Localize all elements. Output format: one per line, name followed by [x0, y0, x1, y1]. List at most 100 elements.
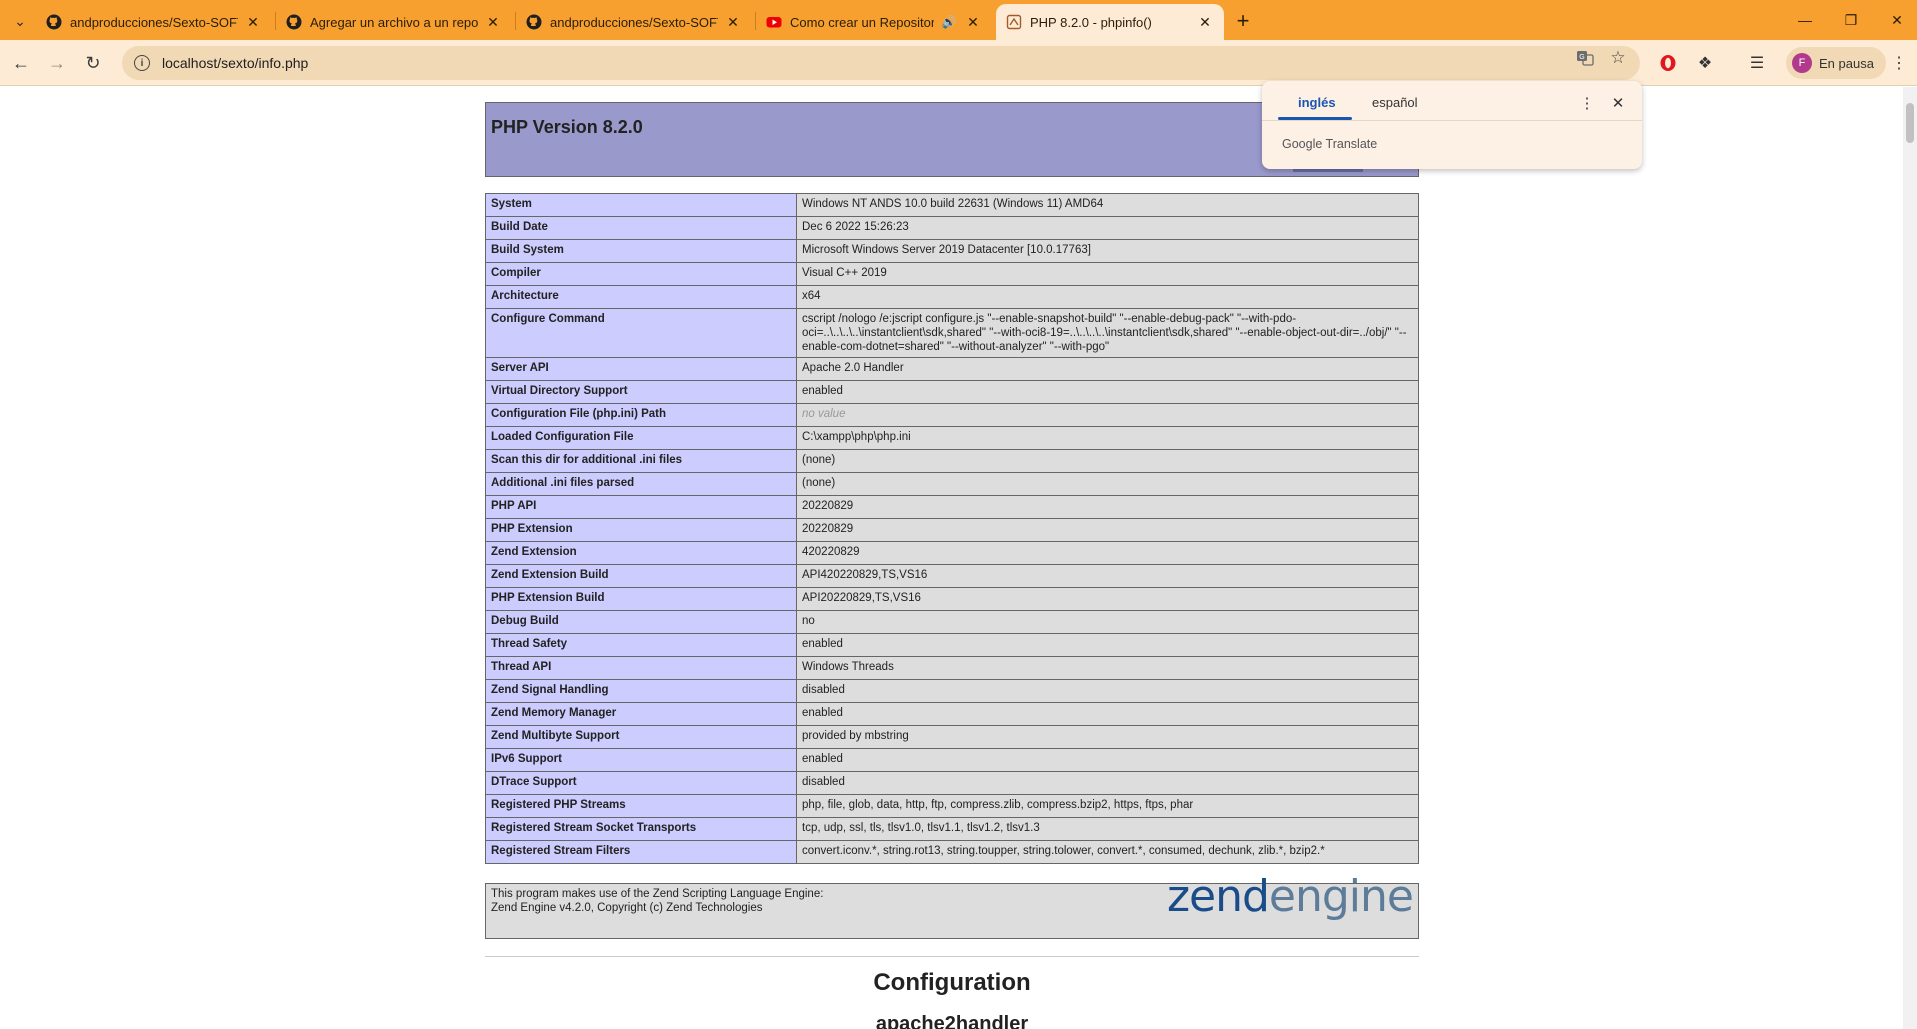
row-label: Build Date [485, 216, 797, 240]
row-value: enabled [796, 633, 1419, 657]
row-label: DTrace Support [485, 771, 797, 795]
row-label: Architecture [485, 285, 797, 309]
row-value: C:\xampp\php\php.ini [796, 426, 1419, 450]
row-label: Debug Build [485, 610, 797, 634]
close-icon[interactable]: ✕ [244, 13, 262, 31]
table-row: Registered Stream Filters convert.iconv.*… [485, 840, 1419, 864]
row-value: no [796, 610, 1419, 634]
scrollbar-thumb[interactable] [1906, 103, 1914, 143]
forward-button[interactable]: → [44, 50, 70, 76]
translate-source-lang-tab[interactable]: inglés [1298, 95, 1336, 110]
svg-text:G: G [1579, 54, 1584, 61]
row-label: Zend Memory Manager [485, 702, 797, 726]
row-value: enabled [796, 380, 1419, 404]
address-bar[interactable]: i localhost/sexto/info.php [122, 46, 1640, 80]
row-label: IPv6 Support [485, 748, 797, 772]
star-icon[interactable]: ☆ [1607, 47, 1629, 69]
github-icon [526, 14, 542, 30]
tab-title: andproducciones/Sexto-SOFTWARE [550, 14, 718, 30]
close-icon[interactable]: ✕ [1608, 93, 1628, 113]
row-label: PHP API [485, 495, 797, 519]
tab-title: Agregar un archivo a un repositorio [310, 14, 478, 30]
row-value: API420220829,TS,VS16 [796, 564, 1419, 588]
back-button[interactable]: ← [8, 50, 34, 76]
tab-github-1[interactable]: andproducciones/Sexto-SOFTWARE ✕ [36, 4, 272, 40]
divider [1262, 120, 1642, 121]
row-label: Zend Multibyte Support [485, 725, 797, 749]
menu-icon[interactable]: ⋮ [1886, 50, 1912, 76]
table-row: Additional .ini files parsed (none) [485, 472, 1419, 496]
more-options-icon[interactable]: ⋮ [1577, 93, 1597, 113]
github-icon [46, 14, 62, 30]
row-label: Scan this dir for additional .ini files [485, 449, 797, 473]
new-tab-button[interactable]: + [1230, 8, 1256, 34]
row-value: cscript /nologo /e:jscript configure.js … [796, 308, 1419, 358]
tab-github-2[interactable]: Agregar un archivo a un repositorio ✕ [276, 4, 512, 40]
profile-button[interactable]: F En pausa [1786, 47, 1886, 79]
tab-strip: ⌄ andproducciones/Sexto-SOFTWARE ✕ Agreg… [0, 0, 1917, 40]
row-label: Additional .ini files parsed [485, 472, 797, 496]
row-label: Server API [485, 357, 797, 381]
table-row: Thread API Windows Threads [485, 656, 1419, 680]
table-row: Build Date Dec 6 2022 15:26:23 [485, 216, 1419, 240]
youtube-icon [766, 14, 782, 30]
table-row: Scan this dir for additional .ini files(… [485, 449, 1419, 473]
row-value: provided by mbstring [796, 725, 1419, 749]
row-label: Thread Safety [485, 633, 797, 657]
speaker-icon[interactable]: 🔊 [940, 13, 958, 31]
row-label: Compiler [485, 262, 797, 286]
table-row: PHP Extension Build API20220829,TS,VS16 [485, 587, 1419, 611]
table-row: Server API Apache 2.0 Handler [485, 357, 1419, 381]
row-value: 20220829 [796, 518, 1419, 542]
row-value: enabled [796, 748, 1419, 772]
reload-button[interactable]: ↻ [80, 50, 106, 76]
table-row: Zend Memory Manager enabled [485, 702, 1419, 726]
table-row: Architecture x64 [485, 285, 1419, 309]
close-icon[interactable]: ✕ [484, 13, 502, 31]
subsection-title: apache2handler [875, 1013, 1029, 1029]
row-value: Visual C++ 2019 [796, 262, 1419, 286]
translate-target-lang-tab[interactable]: español [1372, 95, 1418, 110]
close-window-button[interactable]: ✕ [1874, 0, 1917, 40]
table-row: IPv6 Support enabled [485, 748, 1419, 772]
table-row: Configuration File (php.ini) Path no valu… [485, 403, 1419, 427]
reload-icon: ↻ [85, 52, 101, 73]
row-label: Configure Command [485, 308, 797, 358]
tab-title: Como crear un Repositorio [790, 14, 934, 30]
chevron-down-icon: ⌄ [14, 12, 26, 29]
row-label: Registered PHP Streams [485, 794, 797, 818]
row-value: API20220829,TS,VS16 [796, 587, 1419, 611]
opera-extension-icon[interactable] [1655, 50, 1681, 76]
table-row: Registered Stream Socket Transports tcp, … [485, 817, 1419, 841]
site-info-icon[interactable]: i [134, 55, 150, 71]
media-control-icon[interactable]: ☰ [1744, 50, 1770, 76]
extensions-icon[interactable]: ❖ [1692, 50, 1718, 76]
zend-engine-logo: zendengine [1166, 871, 1414, 922]
translate-icon[interactable]: G [1574, 47, 1596, 69]
row-value: no value [796, 403, 1419, 427]
tab-youtube[interactable]: Como crear un Repositorio 🔊 ✕ [756, 4, 992, 40]
php-info-table: System Windows NT ANDS 10.0 build 22631 (… [485, 193, 1419, 864]
row-label: Thread API [485, 656, 797, 680]
tab-search-button[interactable]: ⌄ [8, 9, 32, 33]
tab-phpinfo[interactable]: PHP 8.2.0 - phpinfo() ✕ [996, 4, 1224, 40]
row-value: Apache 2.0 Handler [796, 357, 1419, 381]
google-translate-brand: Google Translate [1282, 137, 1378, 151]
restore-button[interactable]: ❐ [1828, 0, 1874, 40]
table-row: System Windows NT ANDS 10.0 build 22631 (… [485, 193, 1419, 217]
close-icon[interactable]: ✕ [724, 13, 742, 31]
row-value: (none) [796, 472, 1419, 496]
tab-title: PHP 8.2.0 - phpinfo() [1030, 14, 1152, 30]
row-value: php, file, glob, data, http, ftp, compre… [796, 794, 1419, 818]
row-value: (none) [796, 449, 1419, 473]
close-icon[interactable]: ✕ [1196, 13, 1214, 31]
tab-github-3[interactable]: andproducciones/Sexto-SOFTWARE ✕ [516, 4, 752, 40]
close-icon[interactable]: ✕ [964, 13, 982, 31]
table-row: DTrace Support disabled [485, 771, 1419, 795]
minimize-icon: — [1798, 12, 1812, 28]
minimize-button[interactable]: — [1782, 0, 1828, 40]
row-label: Registered Stream Socket Transports [485, 817, 797, 841]
row-value: Dec 6 2022 15:26:23 [796, 216, 1419, 240]
row-label: System [485, 193, 797, 217]
vertical-scrollbar[interactable] [1903, 87, 1917, 1029]
